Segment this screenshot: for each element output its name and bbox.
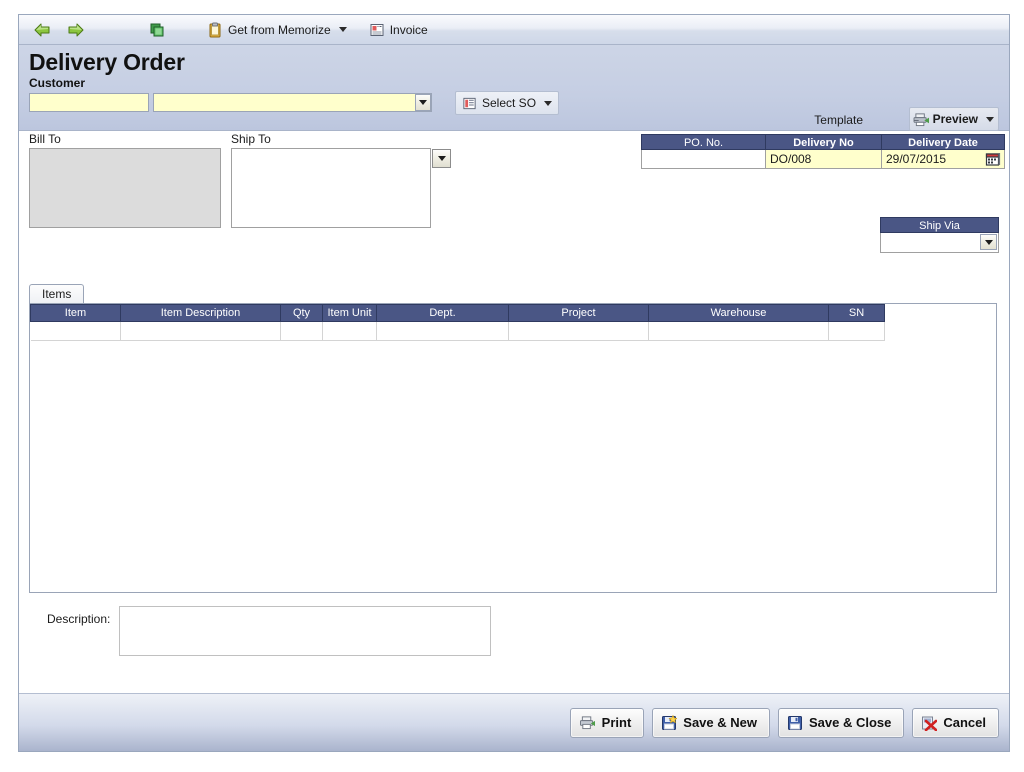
delivery-date-text: 29/07/2015 [886,152,947,166]
column-header-item[interactable]: Item [30,304,121,322]
description-label: Description: [47,612,111,626]
items-grid: Item Item Description Qty Item Unit Dept… [30,304,996,341]
cell-item-unit[interactable] [322,321,377,341]
bill-to-label: Bill To [29,132,61,146]
chevron-down-icon[interactable] [544,100,553,106]
invoice-button[interactable]: Invoice [363,17,434,43]
cell-qty[interactable] [280,321,323,341]
forward-arrow-icon [67,21,85,39]
customer-label: Customer [29,76,86,90]
calendar-icon[interactable] [985,151,1001,167]
customer-name-combo[interactable] [153,93,432,112]
preview-button[interactable]: Preview [908,107,999,131]
column-header-filler [884,304,996,322]
back-button[interactable] [27,17,57,43]
clipboard-icon [207,22,223,38]
ship-via-value[interactable] [880,233,999,253]
ship-via-dropdown-button[interactable] [980,234,997,250]
delivery-no-header: Delivery No [765,134,881,150]
delivery-no-value[interactable]: DO/008 [765,150,881,169]
cancel-icon [921,715,938,731]
printer-preview-icon [913,112,930,127]
memorize-button[interactable] [143,17,171,43]
save-and-close-label: Save & Close [808,715,892,730]
customer-name-input[interactable] [153,93,432,112]
po-no-column: PO. No. [641,134,765,169]
description-textarea[interactable] [119,606,491,656]
save-and-close-button[interactable]: Save & Close [777,707,905,738]
print-label: Print [601,715,632,730]
po-no-value[interactable] [641,150,765,169]
table-row[interactable] [30,321,997,341]
forward-button[interactable] [61,17,91,43]
delivery-date-header: Delivery Date [881,134,1005,150]
chevron-down-icon [984,239,993,245]
ship-via-field: Ship Via [880,217,999,253]
select-so-button[interactable]: Select SO [455,91,560,115]
customer-code-input[interactable] [29,93,149,112]
items-grid-header-row: Item Item Description Qty Item Unit Dept… [30,304,996,322]
delivery-order-window: Get from Memorize Invoice Delivery Order… [18,14,1010,752]
cell-item[interactable] [30,321,121,341]
page-title: Delivery Order [29,49,185,75]
save-and-new-button[interactable]: Save & New [652,707,770,738]
delivery-date-column: Delivery Date 29/07/2015 [881,134,1005,169]
chevron-down-icon [437,156,446,161]
save-close-icon [787,715,803,731]
chevron-down-icon[interactable] [986,116,994,122]
preview-label: Preview [932,112,978,126]
column-header-warehouse[interactable]: Warehouse [648,304,829,322]
cell-project[interactable] [508,321,649,341]
ship-to-dropdown-button[interactable] [432,149,451,168]
back-arrow-icon [33,21,51,39]
delivery-date-value[interactable]: 29/07/2015 [881,150,1005,169]
get-from-memorize-label: Get from Memorize [228,22,331,37]
invoice-label: Invoice [389,22,428,37]
chevron-down-icon [419,100,427,105]
select-so-icon [462,96,477,111]
cell-filler [885,322,997,341]
print-button[interactable]: Print [569,707,645,738]
delivery-no-column: Delivery No DO/008 [765,134,881,169]
save-new-icon [661,714,678,731]
cell-sn[interactable] [828,321,885,341]
po-no-header: PO. No. [641,134,765,150]
customer-name-dropdown-button[interactable] [415,94,431,111]
save-and-new-label: Save & New [683,715,757,730]
toolbar: Get from Memorize Invoice [19,15,1009,45]
get-from-memorize-button[interactable]: Get from Memorize [201,17,353,43]
tab-items[interactable]: Items [29,284,85,304]
footer-button-bar: Print Save & New Save & Close Cancel [19,693,1009,751]
cell-warehouse[interactable] [648,321,829,341]
bill-to-textarea [29,148,221,228]
chevron-down-icon[interactable] [338,27,347,32]
cell-item-description[interactable] [120,321,281,341]
tab-strip: Items [29,284,85,304]
invoice-icon [369,22,385,38]
header-band: Delivery Order Customer Select SO Templa… [19,45,1009,153]
cancel-button[interactable]: Cancel [912,707,999,738]
column-header-project[interactable]: Project [508,304,649,322]
memorize-icon [149,22,165,38]
cell-dept[interactable] [376,321,509,341]
items-grid-panel: Item Item Description Qty Item Unit Dept… [29,303,997,593]
ship-via-header: Ship Via [880,217,999,233]
column-header-dept[interactable]: Dept. [376,304,509,322]
document-header-table: PO. No. Delivery No DO/008 Delivery Date… [641,134,1005,169]
column-header-qty[interactable]: Qty [280,304,323,322]
form-body: Bill To Ship To PO. No. Delivery No DO/0… [19,131,1009,693]
select-so-label: Select SO [482,96,537,110]
column-header-sn[interactable]: SN [828,304,885,322]
column-header-item-unit[interactable]: Item Unit [322,304,377,322]
printer-icon [579,715,596,730]
ship-to-textarea[interactable] [231,148,431,228]
template-label: Template [814,113,863,127]
column-header-item-description[interactable]: Item Description [120,304,281,322]
ship-to-label: Ship To [231,132,271,146]
cancel-label: Cancel [943,715,986,730]
